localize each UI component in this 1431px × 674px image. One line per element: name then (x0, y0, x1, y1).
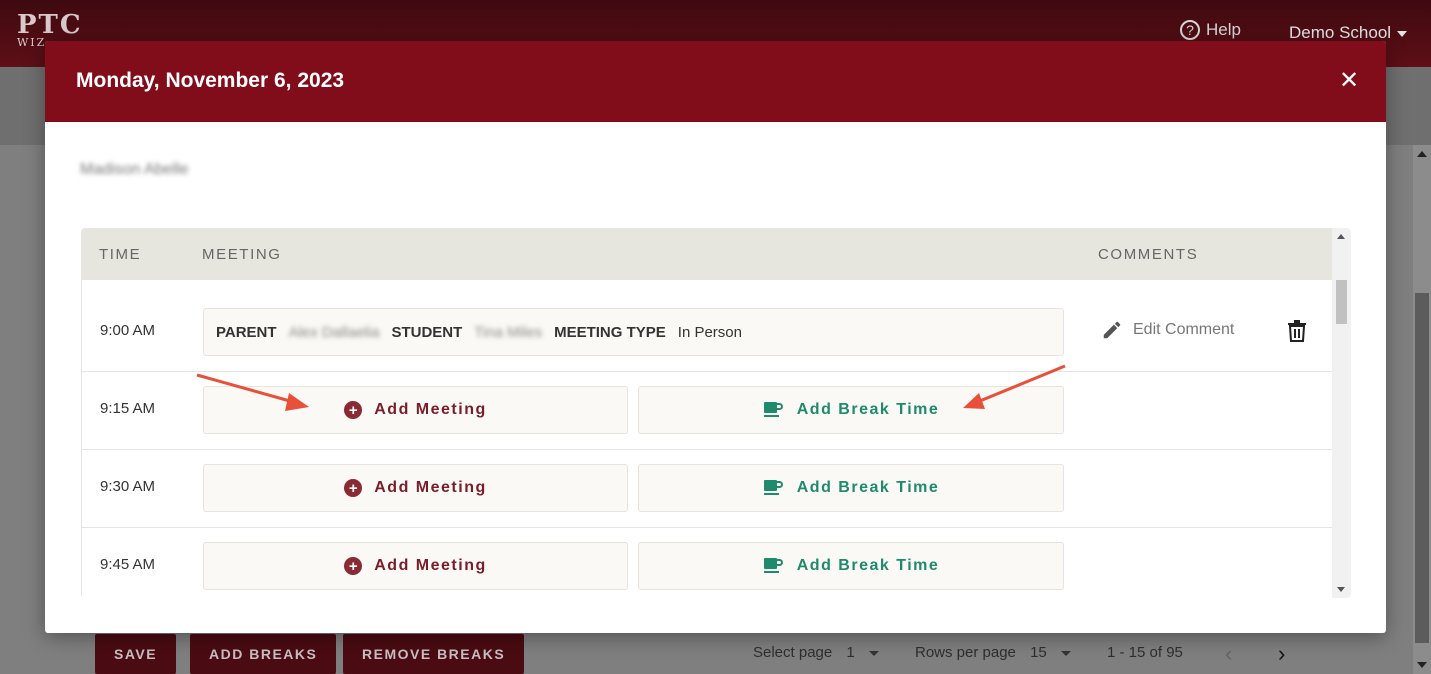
school-name: Demo School (1289, 23, 1392, 42)
table-row: 9:45 AM + Add Meeting Add Break Time (82, 528, 1333, 598)
column-header-time: TIME (99, 246, 142, 263)
schedule-modal: Monday, November 6, 2023 ✕ Madison Abell… (45, 41, 1386, 633)
add-meeting-label: Add Meeting (374, 479, 487, 496)
add-meeting-label: Add Meeting (374, 557, 487, 574)
page-scrollbar[interactable] (1413, 145, 1431, 674)
meeting-type-label: MEETING TYPE (554, 323, 666, 341)
add-break-label: Add Break Time (796, 479, 940, 496)
row-time: 9:00 AM (100, 322, 156, 339)
table-scrollbar[interactable] (1332, 228, 1351, 598)
table-row: 9:30 AM + Add Meeting Add Break Time (82, 450, 1333, 528)
parent-label: PARENT (216, 323, 277, 341)
rows-per-page-value: 15 (1030, 644, 1047, 661)
scroll-down-icon[interactable] (1417, 662, 1427, 668)
close-icon[interactable]: ✕ (1333, 65, 1359, 95)
help-icon: ? (1180, 20, 1200, 40)
chevron-right-icon[interactable]: › (1278, 641, 1285, 667)
column-header-comments: COMMENTS (1098, 246, 1199, 263)
remove-breaks-button[interactable]: REMOVE BREAKS (343, 634, 525, 674)
help-link[interactable]: ? Help (1180, 20, 1241, 40)
help-label: Help (1206, 20, 1241, 39)
trash-icon[interactable] (1287, 320, 1307, 347)
edit-comment-button[interactable]: Edit Comment (1101, 319, 1234, 341)
page-range: 1 - 15 of 95 (1107, 644, 1183, 661)
student-label: STUDENT (391, 323, 463, 341)
edit-comment-label: Edit Comment (1133, 321, 1235, 338)
add-meeting-button[interactable]: + Add Meeting (203, 386, 628, 434)
scroll-up-icon[interactable] (1337, 234, 1345, 239)
dropdown-arrow-icon (1060, 650, 1071, 656)
school-dropdown[interactable]: Demo School (1289, 23, 1408, 43)
select-page-value: 1 (846, 644, 855, 661)
schedule-table: TIME MEETING COMMENTS 9:00 AM PARENT Ale… (81, 228, 1351, 598)
table-header: TIME MEETING COMMENTS (81, 228, 1332, 280)
add-meeting-button[interactable]: + Add Meeting (203, 542, 628, 590)
add-break-time-button[interactable]: Add Break Time (638, 542, 1064, 590)
save-button[interactable]: SAVE (95, 634, 177, 674)
teacher-name: Madison Abelle (80, 161, 189, 178)
modal-title: Monday, November 6, 2023 (76, 69, 345, 92)
table-scroll-thumb[interactable] (1336, 280, 1347, 324)
table-row: 9:15 AM + Add Meeting Add Break Time (82, 372, 1333, 450)
coffee-cup-icon (763, 402, 783, 417)
dropdown-arrow-icon (868, 650, 879, 656)
row-time: 9:45 AM (100, 556, 156, 573)
plus-circle-icon: + (344, 479, 363, 497)
add-meeting-button[interactable]: + Add Meeting (203, 464, 628, 512)
scroll-down-icon[interactable] (1337, 587, 1345, 592)
add-meeting-label: Add Meeting (374, 401, 487, 418)
add-break-label: Add Break Time (796, 557, 940, 574)
modal-header: Monday, November 6, 2023 ✕ (45, 41, 1386, 122)
scroll-up-icon[interactable] (1417, 151, 1427, 157)
rows-per-page-label: Rows per page (915, 644, 1016, 661)
row-time: 9:30 AM (100, 478, 156, 495)
row-time: 9:15 AM (100, 400, 156, 417)
add-break-time-button[interactable]: Add Break Time (638, 464, 1064, 512)
select-page-label: Select page (753, 644, 833, 661)
table-row: 9:00 AM PARENT Alex Dallaelia STUDENT Ti… (82, 294, 1333, 372)
plus-circle-icon: + (344, 401, 363, 419)
meeting-type-value: In Person (677, 323, 742, 341)
parent-name: Alex Dallaelia (288, 323, 380, 341)
coffee-cup-icon (763, 558, 783, 573)
logo-main-text: PTC (17, 10, 83, 40)
select-page-control[interactable]: Select page 1 (753, 644, 879, 661)
plus-circle-icon: + (344, 557, 363, 575)
caret-down-icon (1397, 30, 1408, 37)
booked-meeting-card[interactable]: PARENT Alex Dallaelia STUDENT Tina Miles… (203, 308, 1064, 356)
add-breaks-button[interactable]: ADD BREAKS (190, 634, 337, 674)
student-name: Tina Miles (474, 323, 543, 341)
column-header-meeting: MEETING (202, 246, 282, 263)
table-body: 9:00 AM PARENT Alex Dallaelia STUDENT Ti… (81, 280, 1333, 598)
add-break-label: Add Break Time (796, 401, 940, 418)
rows-per-page-control[interactable]: Rows per page 15 (915, 644, 1071, 661)
pencil-icon (1103, 321, 1121, 339)
chevron-left-icon[interactable]: ‹ (1225, 641, 1232, 667)
coffee-cup-icon (763, 480, 783, 495)
add-break-time-button[interactable]: Add Break Time (638, 386, 1064, 434)
page-scroll-thumb[interactable] (1415, 293, 1429, 643)
